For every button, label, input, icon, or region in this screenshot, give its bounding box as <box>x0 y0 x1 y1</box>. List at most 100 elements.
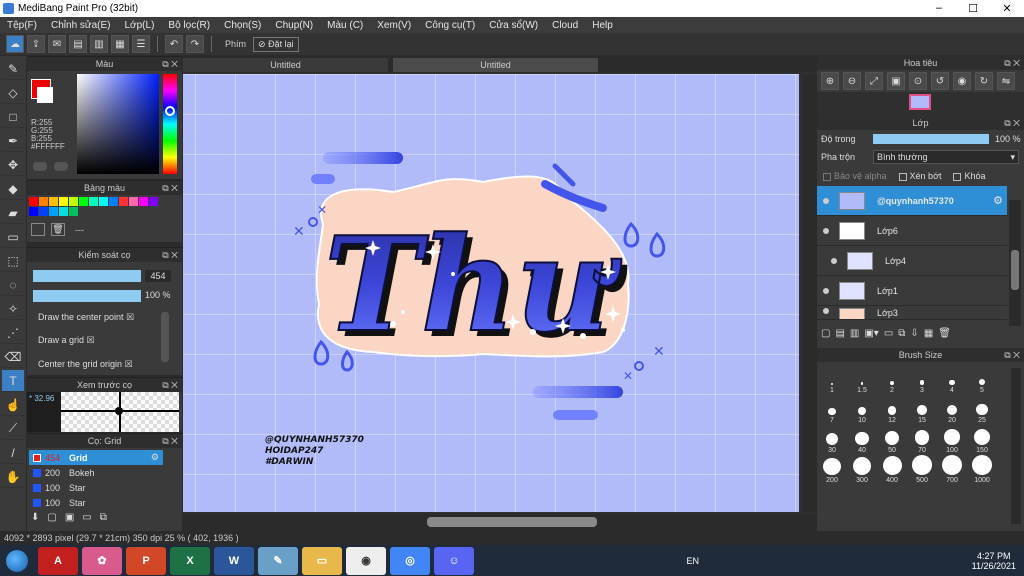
rotate-left-icon[interactable]: ↺ <box>931 72 949 90</box>
chat-icon[interactable]: ✉ <box>48 35 66 53</box>
palette-swatch[interactable] <box>29 207 38 216</box>
pipette-icon[interactable]: / <box>2 442 24 464</box>
bucket-tool-icon[interactable]: ▰ <box>2 202 24 224</box>
page-icon[interactable]: ▥ <box>90 35 108 53</box>
visibility-eye-icon[interactable] <box>823 287 829 294</box>
option-center-point[interactable]: Draw the center point ☒ <box>38 312 134 323</box>
undo-icon[interactable]: ↶ <box>165 35 183 53</box>
menu-view[interactable]: Xem(V) <box>370 20 418 31</box>
new-palette-icon[interactable] <box>31 223 45 236</box>
rotate-reset-icon[interactable]: ◉ <box>953 72 971 90</box>
brush-size-option[interactable]: 30 <box>817 424 847 454</box>
hue-handle[interactable] <box>165 106 175 116</box>
palette-swatch[interactable] <box>79 197 88 206</box>
panel-close-icon[interactable]: ⧉ ✕ <box>162 378 178 392</box>
trash-icon[interactable]: 🗑 <box>938 328 951 339</box>
menu-filter[interactable]: Bộ lọc(R) <box>161 20 217 31</box>
start-button[interactable] <box>0 545 34 576</box>
text-tool-icon[interactable]: T <box>2 370 24 392</box>
copy-icon[interactable]: ⧉ <box>100 512 107 523</box>
menu-edit[interactable]: Chỉnh sửa(E) <box>44 20 118 31</box>
share-icon[interactable]: ⇪ <box>27 35 45 53</box>
layer-item[interactable]: Lớp1 <box>817 276 1007 306</box>
select-pen-icon[interactable]: ⋰ <box>2 322 24 344</box>
flip-icon[interactable]: ⇋ <box>997 72 1015 90</box>
gear-icon[interactable]: ⚙ <box>151 452 159 463</box>
brush-size-option[interactable]: 15 <box>907 394 937 424</box>
palette-swatch[interactable] <box>39 207 48 216</box>
visibility-eye-icon[interactable] <box>823 227 829 234</box>
brush-size-option[interactable]: 200 <box>817 454 847 484</box>
menu-window[interactable]: Cửa sổ(W) <box>482 20 545 31</box>
medibang-app-icon[interactable]: ◉ <box>346 546 386 575</box>
tab-untitled-1[interactable]: Untitled <box>183 58 388 72</box>
option-center-origin[interactable]: Center the grid origin ☒ <box>38 359 133 369</box>
chrome-app-icon[interactable]: ◎ <box>390 546 430 575</box>
fit-icon[interactable]: ⤢ <box>865 72 883 90</box>
menu-file[interactable]: Tệp(F) <box>0 20 44 31</box>
brush-size-option[interactable]: 50 <box>877 424 907 454</box>
zoom-reset-icon[interactable]: ⊙ <box>909 72 927 90</box>
options-scrollbar[interactable] <box>161 312 169 362</box>
excel-app-icon[interactable]: X <box>170 546 210 575</box>
brush-size-option[interactable]: 70 <box>907 424 937 454</box>
word-app-icon[interactable]: W <box>214 546 254 575</box>
layer-item[interactable]: @quynhanh57370 ⚙ <box>817 186 1007 216</box>
menu-help[interactable]: Help <box>585 20 620 31</box>
brush-size-option[interactable]: 3 <box>907 364 937 394</box>
panel-close-icon[interactable]: ⧉ ✕ <box>1004 116 1020 130</box>
add-brush-icon[interactable]: ▣ <box>65 512 74 523</box>
navigator-thumbnail[interactable] <box>909 94 931 110</box>
brush-size-option[interactable]: 1.5 <box>847 364 877 394</box>
navigator-preview[interactable] <box>817 92 1024 116</box>
layer-item[interactable]: Lớp4 <box>817 246 1007 276</box>
reset-button[interactable]: ⊘ Đặt lại <box>253 36 299 52</box>
cloud-download-icon[interactable]: ⬇ <box>31 512 39 523</box>
checkbox[interactable] <box>953 172 962 181</box>
powerpoint-app-icon[interactable]: P <box>126 546 166 575</box>
menu-tools[interactable]: Công cụ(T) <box>418 20 482 31</box>
cloud-icon[interactable]: ☁ <box>6 35 24 53</box>
palette-swatch[interactable] <box>49 197 58 206</box>
actual-size-icon[interactable]: ▣ <box>887 72 905 90</box>
new-8bit-layer-icon[interactable]: ▥ <box>850 328 859 339</box>
checkbox[interactable] <box>823 172 831 181</box>
palette-swatch[interactable] <box>109 197 118 206</box>
brush-size-option[interactable]: 1000 <box>967 454 997 484</box>
panel-close-icon[interactable]: ⧉ ✕ <box>162 57 178 71</box>
brush-size-option[interactable]: 25 <box>967 394 997 424</box>
palette-swatch[interactable] <box>39 197 48 206</box>
rectangle-tool-icon[interactable]: □ <box>2 106 24 128</box>
checkbox-checked-icon[interactable]: ☒ <box>87 335 95 345</box>
scrollbar-thumb[interactable] <box>1011 250 1019 290</box>
select-tool-icon[interactable]: ⬚ <box>2 250 24 272</box>
menu-cloud[interactable]: Cloud <box>545 20 585 31</box>
new-halftone-layer-icon[interactable]: ▤ <box>835 328 844 339</box>
add-layer-menu-icon[interactable]: ▣▾ <box>864 328 878 339</box>
drawing-canvas[interactable]: ✕ ✕ ✕ ✕ Thư Thư @QUYNHANH57370 HOIDAP247… <box>183 74 799 512</box>
blend-mode-select[interactable]: Bình thường ▾ <box>873 150 1019 164</box>
checkbox[interactable] <box>898 172 907 181</box>
panel-close-icon[interactable]: ⧉ ✕ <box>162 181 178 195</box>
acrobat-app-icon[interactable]: A <box>38 546 78 575</box>
menu-color[interactable]: Màu (C) <box>320 20 370 31</box>
brush-size-option[interactable]: 100 <box>937 424 967 454</box>
brush-item-star[interactable]: 100 Star <box>29 480 163 495</box>
palette-swatch[interactable] <box>89 197 98 206</box>
pen-tool-icon[interactable]: ✒ <box>2 130 24 152</box>
palette-swatch[interactable] <box>69 197 78 206</box>
background-color-swatch[interactable] <box>37 87 53 103</box>
menu-snap[interactable]: Chụp(N) <box>268 20 320 31</box>
protect-alpha-option[interactable]: Bảo vệ alpha <box>823 171 887 181</box>
lasso-tool-icon[interactable]: ◌ <box>2 274 24 296</box>
close-button[interactable]: ✕ <box>990 2 1024 15</box>
maximize-button[interactable]: ☐ <box>956 2 990 15</box>
color-mode-button[interactable] <box>33 162 47 171</box>
palette-swatch[interactable] <box>29 197 38 206</box>
visibility-eye-icon[interactable] <box>823 308 829 314</box>
panel-close-icon[interactable]: ⧉ ✕ <box>162 248 178 262</box>
color-swap-button[interactable] <box>54 162 68 171</box>
rotate-right-icon[interactable]: ↻ <box>975 72 993 90</box>
brush-size-option[interactable]: 10 <box>847 394 877 424</box>
option-draw-grid[interactable]: Draw a grid ☒ <box>38 335 95 346</box>
